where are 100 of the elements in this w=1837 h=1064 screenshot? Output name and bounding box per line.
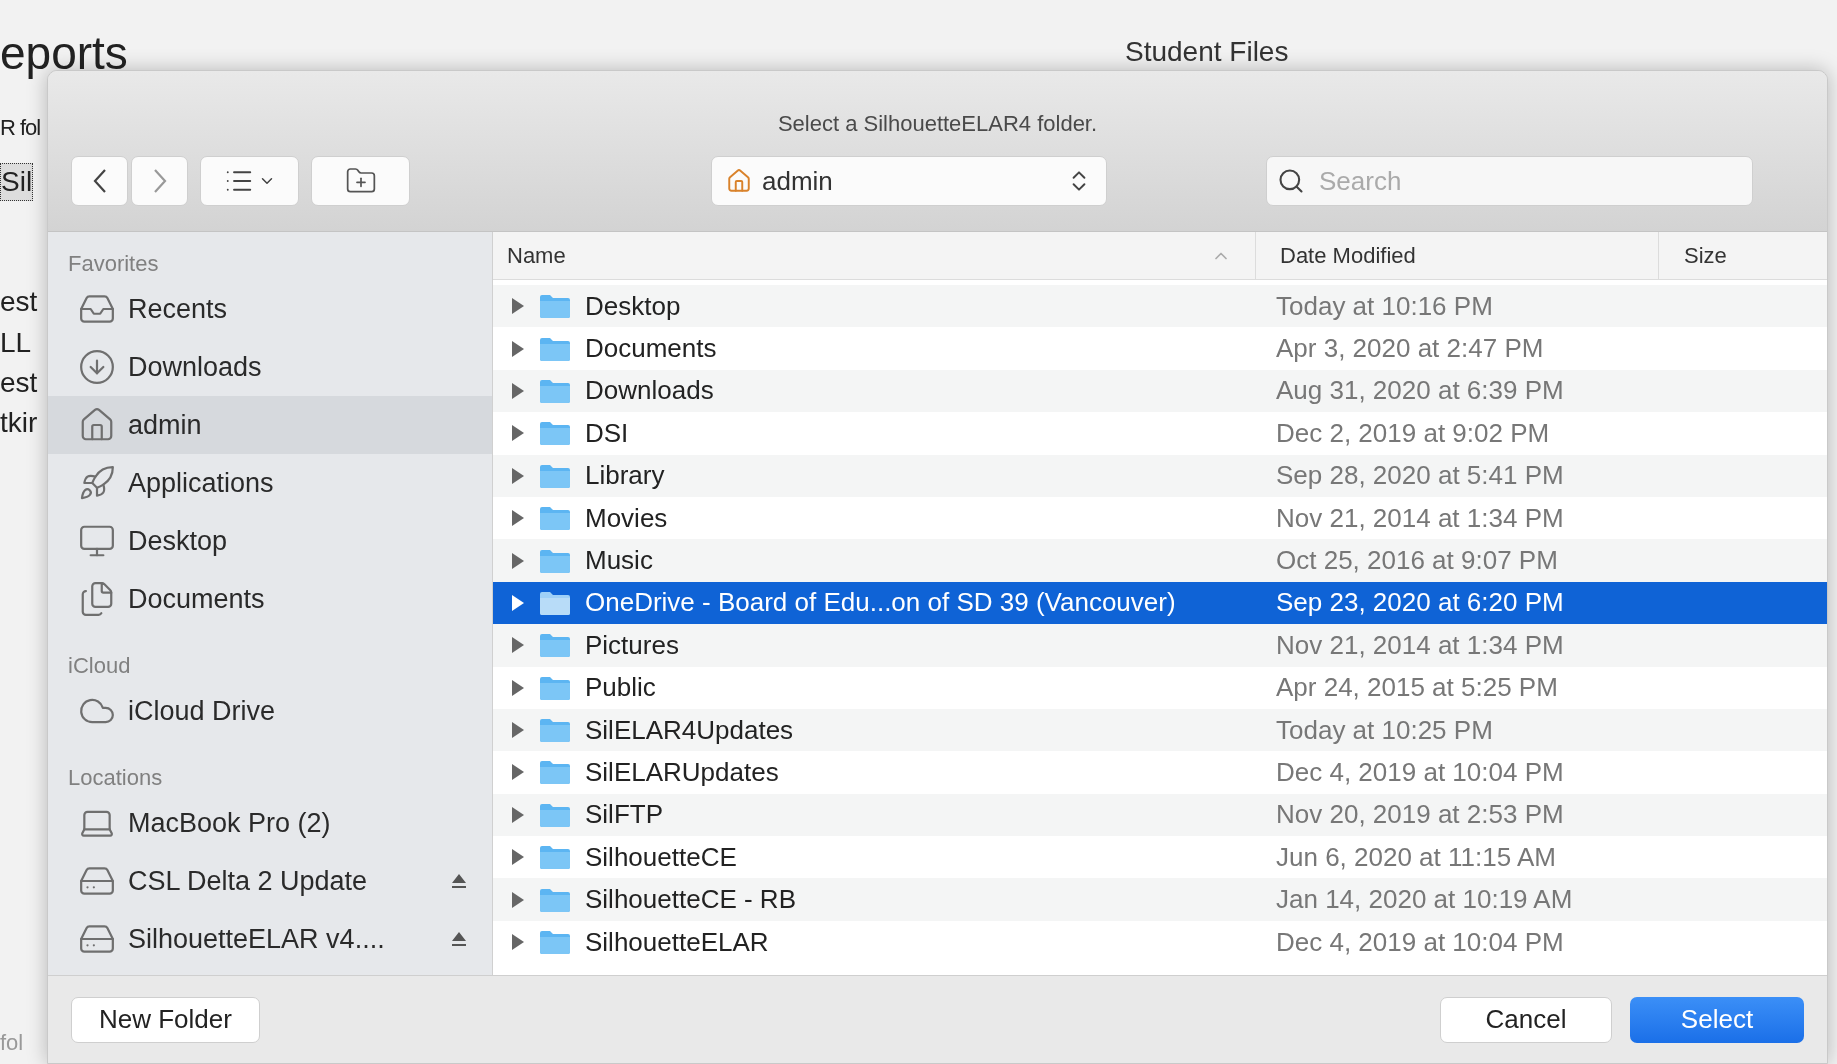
file-row[interactable]: SilhouetteCE - RB Jan 14, 2020 at 10:19 AM (493, 878, 1827, 921)
disclosure-icon[interactable] (511, 509, 525, 528)
rocket-icon (78, 464, 116, 502)
file-name: Desktop (585, 289, 681, 323)
sidebar-item[interactable]: Recents (48, 280, 492, 338)
file-row[interactable]: OneDrive - Board of Edu...on of SD 39 (Vancouver) Sep 23, 2020 at 6:20 PM (493, 581, 1827, 625)
sidebar-item[interactable]: Applications (48, 454, 492, 512)
file-row[interactable]: Library Sep 28, 2020 at 5:41 PM (493, 454, 1827, 497)
cancel-button[interactable]: Cancel (1440, 996, 1612, 1043)
folder-icon (539, 674, 571, 701)
sidebar-heading: Locations (68, 763, 163, 792)
sidebar-item[interactable]: Documents (48, 570, 492, 628)
date-modified: Nov 21, 2014 at 1:34 PM (1275, 628, 1564, 662)
background-text: R fol (0, 114, 41, 142)
date-modified: Sep 28, 2020 at 5:41 PM (1275, 459, 1564, 493)
background-text: LL (0, 326, 32, 360)
sidebar-item[interactable]: Downloads (48, 338, 492, 396)
date-modified: Oct 25, 2016 at 9:07 PM (1275, 544, 1558, 578)
disclosure-icon[interactable] (511, 678, 525, 697)
sidebar-item[interactable]: CSL Delta 2 Update (48, 852, 492, 910)
disclosure-icon[interactable] (511, 424, 525, 443)
column-header[interactable]: Size (1659, 232, 1827, 279)
download-icon (78, 348, 116, 386)
back-button[interactable] (71, 156, 128, 206)
file-name: SilELAR4Updates (585, 713, 794, 747)
file-row[interactable]: Pictures Nov 21, 2014 at 1:34 PM (493, 624, 1827, 667)
disclosure-icon[interactable] (511, 890, 525, 909)
date-modified: Nov 20, 2019 at 2:53 PM (1275, 798, 1564, 832)
eject-icon[interactable] (450, 930, 468, 948)
folder-icon (539, 505, 571, 532)
file-name: SilhouetteCE (585, 840, 737, 874)
file-name: Music (585, 544, 653, 578)
folder-icon (539, 462, 571, 489)
folder-icon (539, 632, 571, 659)
sidebar-item[interactable]: Desktop (48, 512, 492, 570)
back-icon (92, 168, 107, 194)
disclosure-icon[interactable] (511, 381, 525, 400)
disclosure-icon[interactable] (511, 297, 525, 316)
background-heading: Student Files (1125, 36, 1289, 68)
background-text: Sil (0, 163, 34, 201)
disclosure-icon[interactable] (511, 593, 525, 612)
file-name: DSI (585, 416, 629, 450)
eject-icon[interactable] (450, 872, 468, 890)
disclosure-icon[interactable] (511, 933, 525, 952)
sidebar-item[interactable]: SilhouetteELAR v4.... (48, 910, 492, 968)
date-modified: Dec 2, 2019 at 9:02 PM (1275, 416, 1550, 450)
file-name: Movies (585, 501, 668, 535)
folder-icon (539, 293, 571, 320)
folder-icon (539, 589, 571, 616)
dialog-title: Select a SilhouetteELAR4 folder. (777, 110, 1098, 138)
new-folder-button[interactable]: New Folder (71, 996, 260, 1043)
date-modified: Jan 14, 2020 at 10:19 AM (1275, 883, 1573, 917)
file-row[interactable]: SilFTP Nov 20, 2019 at 2:53 PM (493, 793, 1827, 837)
date-modified: Nov 21, 2014 at 1:34 PM (1275, 501, 1564, 535)
file-name: Pictures (585, 628, 679, 662)
search-field[interactable]: Search (1266, 156, 1753, 206)
folder-icon (539, 547, 571, 574)
file-name: OneDrive - Board of Edu...on of SD 39 (Vancouver) (585, 586, 1176, 620)
sidebar-item[interactable]: admin (48, 396, 492, 454)
column-header[interactable]: Date Modified (1256, 232, 1659, 279)
file-row[interactable]: Downloads Aug 31, 2020 at 6:39 PM (493, 369, 1827, 413)
disclosure-icon[interactable] (511, 466, 525, 485)
file-name: Downloads (585, 374, 714, 408)
sidebar-item[interactable]: MacBook Pro (2) (48, 794, 492, 852)
house-icon (726, 168, 752, 194)
file-row[interactable]: Music Oct 25, 2016 at 9:07 PM (493, 539, 1827, 582)
folder-icon (539, 929, 571, 956)
disclosure-icon[interactable] (511, 763, 525, 782)
disclosure-icon[interactable] (511, 721, 525, 740)
date-modified: Today at 10:16 PM (1275, 289, 1493, 323)
date-modified: Today at 10:25 PM (1275, 713, 1493, 747)
file-name: Public (585, 671, 656, 705)
search-icon (1277, 167, 1305, 195)
view-options-button[interactable] (200, 156, 299, 206)
background-text: est (0, 285, 38, 319)
date-modified: Dec 4, 2019 at 10:04 PM (1275, 756, 1564, 789)
column-header[interactable]: Name (493, 232, 1256, 279)
file-row[interactable]: SilELAR4Updates Today at 10:25 PM (493, 708, 1827, 752)
new-folder-toolbar-button[interactable] (311, 156, 410, 206)
file-name: Documents (585, 332, 717, 366)
location-popup[interactable]: admin (711, 156, 1107, 206)
file-row[interactable]: Desktop Today at 10:16 PM (493, 285, 1827, 328)
background-text: tkir (0, 406, 38, 440)
date-modified: Jun 6, 2020 at 11:15 AM (1275, 840, 1556, 874)
disclosure-icon[interactable] (511, 848, 525, 867)
select-button[interactable]: Select (1630, 996, 1804, 1043)
file-name: Library (585, 459, 665, 493)
folder-icon (539, 801, 571, 828)
disclosure-icon[interactable] (511, 636, 525, 655)
sidebar-heading: Favorites (68, 249, 159, 278)
file-name: SilELARUpdates (585, 756, 779, 789)
sidebar-item[interactable]: iCloud Drive (48, 682, 492, 740)
disclosure-icon[interactable] (511, 339, 525, 358)
background-text: est (0, 366, 38, 400)
date-modified: Dec 4, 2019 at 10:04 PM (1275, 925, 1564, 959)
forward-icon (152, 168, 167, 194)
date-modified: Apr 3, 2020 at 2:47 PM (1275, 332, 1544, 366)
disclosure-icon[interactable] (511, 551, 525, 570)
file-name: SilhouetteCE - RB (585, 883, 796, 917)
disclosure-icon[interactable] (511, 805, 525, 824)
